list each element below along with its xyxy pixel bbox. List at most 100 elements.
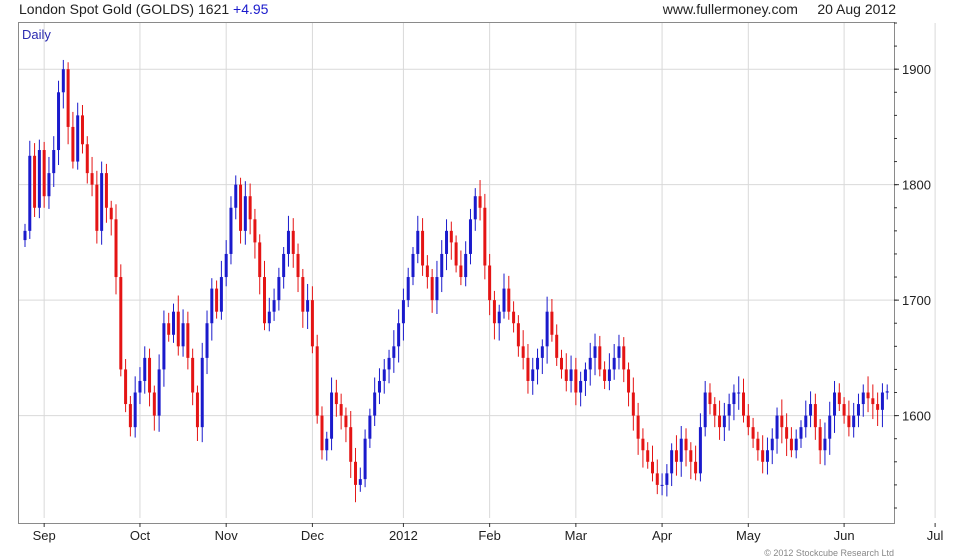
candle-body [344, 415, 348, 428]
candle-body [320, 415, 324, 451]
candle-body [799, 427, 803, 439]
x-tick-label: Mar [565, 528, 588, 543]
candle-body [358, 479, 362, 485]
candle-body [80, 115, 84, 145]
candle-body [363, 438, 367, 480]
x-tick-label: Nov [215, 528, 239, 543]
candle-body [536, 357, 540, 370]
candle-body [52, 150, 56, 174]
candle-body [171, 311, 175, 335]
candle-body [512, 311, 516, 324]
candle-body [636, 415, 640, 439]
candle-body [646, 450, 650, 462]
candle-body [468, 219, 472, 254]
candle-body [239, 184, 243, 231]
candle-body [622, 346, 626, 370]
candle-body [655, 473, 659, 485]
candle-body [703, 392, 707, 428]
candle-body [315, 346, 319, 416]
candle-body [607, 369, 611, 381]
y-tick-label: 1700 [902, 293, 931, 308]
candle-body [181, 323, 185, 347]
x-tick-label: Jul [927, 528, 944, 543]
candle-body [593, 346, 597, 358]
candle-body [722, 415, 726, 428]
candle-body [837, 392, 841, 405]
x-tick-label: Oct [130, 528, 151, 543]
candle-body [37, 150, 41, 208]
candle-body [282, 253, 286, 278]
candle-body [559, 357, 563, 370]
candle-body [387, 357, 391, 370]
candle-body [809, 404, 813, 416]
candle-body [152, 392, 156, 416]
candle-body [459, 265, 463, 278]
x-tick-label: Jun [834, 528, 855, 543]
candle-body [109, 207, 113, 220]
candle-body [95, 184, 99, 231]
candle-body [306, 300, 310, 312]
candle-body [823, 438, 827, 451]
candle-body [85, 144, 89, 174]
candle-body [497, 311, 501, 324]
candle-body [430, 277, 434, 301]
candle-body [507, 288, 511, 312]
candle-body [871, 398, 875, 405]
candle-body [603, 369, 607, 381]
candle-body [61, 69, 65, 93]
candle-body [23, 230, 27, 241]
candle-body [789, 438, 793, 451]
x-tick-label: Feb [478, 528, 500, 543]
candle-body [382, 369, 386, 381]
candlestick-chart: 1600 1700 1800 1900 Sep Oct Nov Dec 2012 Feb Mar Ap… [19, 22, 944, 543]
candle-body [583, 369, 587, 381]
candle-body [296, 253, 300, 278]
candle-body [770, 438, 774, 451]
candle-body [478, 196, 482, 208]
candle-body [373, 392, 377, 416]
candle-body [205, 323, 209, 358]
candle-body [464, 253, 468, 278]
candle-body [765, 450, 769, 462]
candle-body [526, 357, 530, 381]
candle-body [732, 392, 736, 405]
candle-body [627, 369, 631, 393]
candle-body [33, 155, 37, 208]
candle-body [445, 230, 449, 254]
candle-body [392, 346, 396, 358]
candle-body [114, 219, 118, 278]
candle-body [339, 404, 343, 416]
candle-body [330, 392, 334, 439]
candle-body [718, 415, 722, 428]
candle-body [90, 173, 94, 185]
candle-body [689, 450, 693, 462]
x-tick-label: 2012 [389, 528, 418, 543]
candle-body [128, 404, 132, 428]
candle-body [186, 323, 190, 358]
candle-body [866, 392, 870, 399]
candle-body [138, 380, 142, 393]
candle-body [162, 323, 166, 370]
candle-body [157, 369, 161, 416]
candle-body [670, 450, 674, 474]
candle-body [143, 357, 147, 381]
candle-body [488, 265, 492, 301]
candle-body [674, 450, 678, 462]
candle-body [421, 230, 425, 266]
candle-body [229, 207, 233, 254]
candle-body [545, 311, 549, 347]
candle-body [564, 369, 568, 381]
candle-body [780, 415, 784, 428]
candle-body [66, 69, 70, 127]
candle-body [435, 277, 439, 301]
candle-body [885, 391, 889, 393]
candle-body [277, 277, 281, 301]
candle-body [713, 404, 717, 416]
candle-body [473, 196, 477, 220]
candle-body [176, 311, 180, 347]
candle-body [492, 300, 496, 324]
candle-body [104, 173, 108, 208]
candle-body [516, 323, 520, 347]
candle-body [411, 253, 415, 278]
candle-body [397, 323, 401, 347]
